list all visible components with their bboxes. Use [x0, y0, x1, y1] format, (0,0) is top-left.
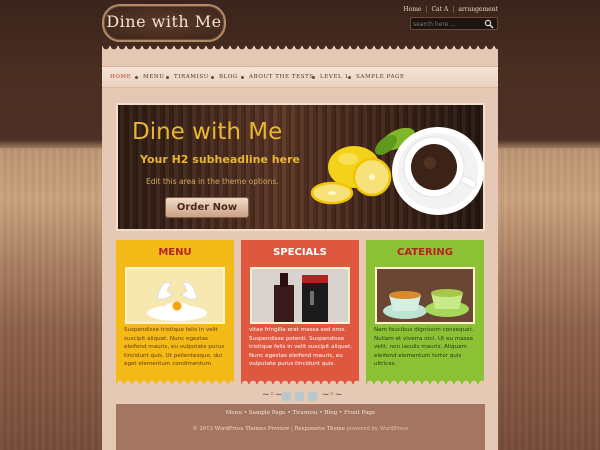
footer-links: Menu • Sample Page • Tiramisu • Blog • F…	[116, 410, 485, 416]
nav-bullet	[166, 76, 169, 79]
menu-column-title[interactable]: MENU	[116, 247, 234, 258]
paper-scalloped-edge	[102, 46, 498, 54]
eggs-image	[125, 267, 225, 324]
catering-column: CATERING Nam faucibus dignissim consequa…	[366, 240, 484, 384]
nav-item-tiramisu[interactable]: TIRAMISU	[174, 74, 209, 80]
nav-item-home[interactable]: HOME	[110, 74, 131, 80]
hero-title: Dine with Me	[132, 119, 283, 145]
hero-banner: Dine with Me Your H2 subheadline here Ed…	[116, 103, 485, 231]
nav-item-level-1[interactable]: LEVEL 1	[320, 74, 349, 80]
catering-column-title[interactable]: CATERING	[366, 247, 484, 258]
footer-copyright: © 2013 WordPress Themes Preview | Respon…	[116, 426, 485, 432]
social-icon[interactable]	[282, 392, 291, 401]
top-links: Home | Cat A | arrangement	[403, 6, 498, 13]
search-icon[interactable]	[484, 19, 494, 29]
specials-column-title[interactable]: SPECIALS	[241, 247, 359, 258]
ornament-right-icon: ~◦~	[322, 390, 343, 400]
column-scalloped-edge	[366, 376, 484, 384]
tea-cups-image	[375, 267, 475, 324]
top-link-cat-a[interactable]: Cat A	[431, 6, 448, 13]
nav-item-blog[interactable]: BLOG	[219, 74, 238, 80]
site-header: Dine with Me Home | Cat A | arrangement	[0, 0, 600, 48]
site-title: Dine with Me	[106, 12, 222, 31]
copyright-text[interactable]: © 2013 WordPress Themes Preview	[193, 426, 290, 432]
nav-bullet	[348, 76, 351, 79]
separator: |	[425, 6, 428, 13]
nav-item-menu[interactable]: MENU	[143, 74, 165, 80]
hero-subtitle: Your H2 subheadline here	[140, 153, 300, 166]
column-scalloped-edge	[116, 376, 234, 384]
footer-link-sample-page[interactable]: Sample Page	[249, 410, 286, 416]
column-scalloped-edge	[241, 376, 359, 384]
nav-bullet	[211, 76, 214, 79]
theme-credit-link[interactable]: Responsive Theme	[295, 426, 345, 432]
bottle-shape	[274, 285, 294, 322]
eggshell-shape	[156, 281, 174, 300]
social-icon[interactable]	[308, 392, 317, 401]
powered-by-text[interactable]: powered by WordPress	[347, 426, 409, 432]
menu-column: MENU Suspendisse tristique felis in veli…	[116, 240, 234, 384]
nav-bullet	[241, 76, 244, 79]
search-box	[410, 17, 498, 30]
hero-note: Edit this area in the theme options.	[146, 177, 279, 186]
hero-coffee-lemon-image	[310, 127, 484, 215]
top-link-home[interactable]: Home	[403, 6, 421, 13]
footer-link-tiramisu[interactable]: Tiramisu	[292, 410, 317, 416]
nav-item-about-the-tests[interactable]: ABOUT THE TESTS	[249, 74, 314, 80]
menu-column-text: Suspendisse tristique felis in velit sus…	[124, 327, 225, 367]
catering-column-text: Nam faucibus dignissim consequat. Nullam…	[374, 327, 474, 367]
footer-link-blog[interactable]: Blog	[324, 410, 337, 416]
specials-column: SPECIALS vitae fringilla erat massa sed …	[241, 240, 359, 384]
footer-link-front-page[interactable]: Front Page	[344, 410, 375, 416]
order-now-button[interactable]: Order Now	[165, 197, 249, 218]
site-footer: Menu • Sample Page • Tiramisu • Blog • F…	[116, 404, 485, 450]
ornament-left-icon: ~◦~	[262, 390, 283, 400]
bottles-image	[250, 267, 350, 324]
yolk-shape	[172, 301, 182, 311]
facebook-icon[interactable]	[295, 392, 304, 401]
nav-bullet	[312, 76, 315, 79]
nav-item-sample-page[interactable]: SAMPLE PAGE	[356, 74, 405, 80]
eggshell-shape	[180, 281, 198, 300]
separator: |	[452, 6, 455, 13]
top-link-arrangement[interactable]: arrangement	[458, 6, 498, 13]
footer-link-menu[interactable]: Menu	[226, 410, 242, 416]
main-nav: HOME MENU TIRAMISU BLOG ABOUT THE TESTS …	[102, 66, 498, 88]
specials-column-text: vitae fringilla erat massa sed eros. Sus…	[249, 327, 353, 367]
search-input[interactable]	[413, 19, 483, 29]
nav-bullet	[135, 76, 138, 79]
site-logo[interactable]: Dine with Me	[102, 4, 226, 42]
